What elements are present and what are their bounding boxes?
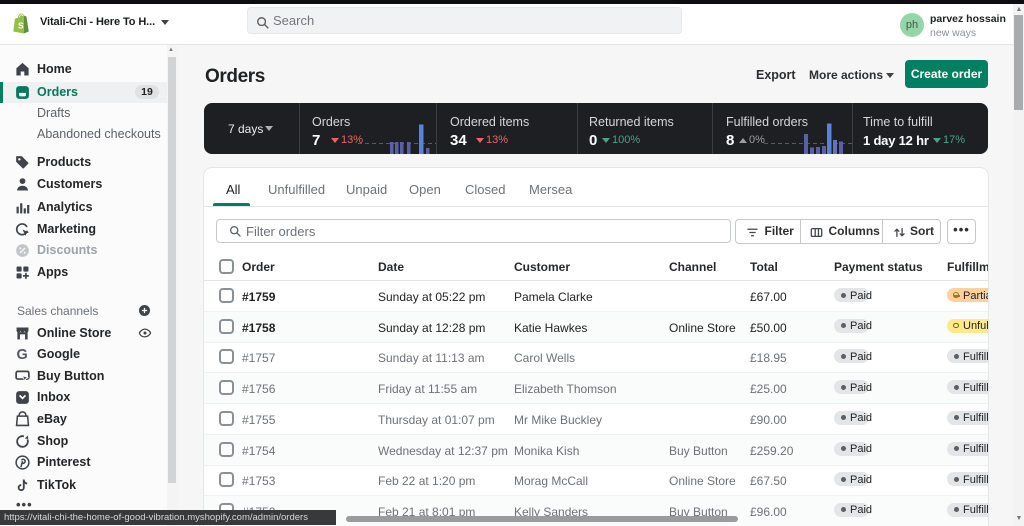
svg-text:S: S bbox=[18, 21, 24, 31]
svg-text:G: G bbox=[17, 347, 28, 363]
